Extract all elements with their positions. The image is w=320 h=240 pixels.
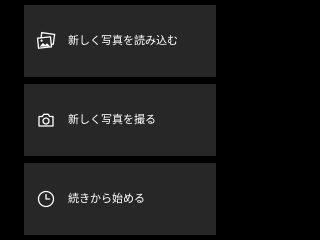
start-menu: 新しく写真を読み込む 新しく写真を撮る 続きから始める bbox=[0, 0, 240, 240]
load-photo-label: 新しく写真を読み込む bbox=[68, 34, 178, 47]
load-photo-button[interactable]: 新しく写真を読み込む bbox=[24, 5, 216, 77]
photo-library-icon bbox=[36, 31, 56, 51]
continue-label: 続きから始める bbox=[68, 192, 145, 205]
continue-button[interactable]: 続きから始める bbox=[24, 163, 216, 235]
take-photo-label: 新しく写真を撮る bbox=[68, 113, 156, 126]
take-photo-button[interactable]: 新しく写真を撮る bbox=[24, 84, 216, 156]
camera-icon bbox=[36, 110, 56, 130]
clock-icon bbox=[36, 189, 56, 209]
